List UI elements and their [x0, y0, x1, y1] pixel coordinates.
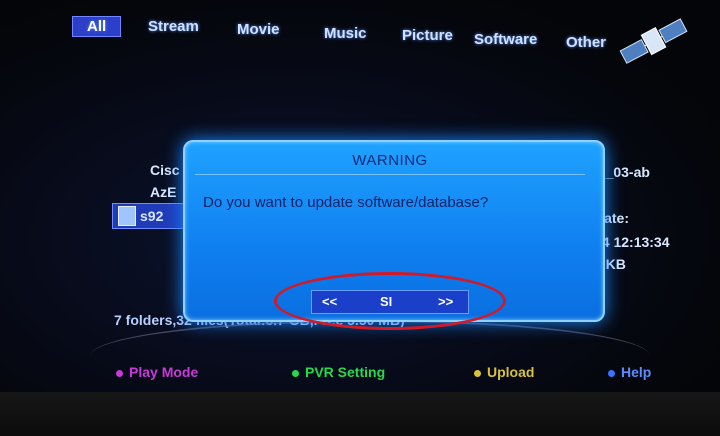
legend-label: Upload	[487, 364, 535, 380]
legend-label: PVR Setting	[305, 364, 386, 380]
legend-pvr-setting[interactable]: PVR Setting	[292, 364, 385, 380]
tab-picture[interactable]: Picture	[402, 27, 453, 44]
satellite-icon	[619, 18, 688, 64]
purple-dot-icon	[116, 369, 123, 377]
yellow-dot-icon	[474, 369, 481, 377]
green-dot-icon	[292, 369, 299, 377]
dialog-message: Do you want to update software/database?	[203, 194, 489, 211]
legend-label: Help	[621, 364, 652, 380]
category-tabs: All Stream Movie Music Picture Software …	[72, 16, 632, 56]
decorative-arc	[90, 320, 650, 392]
highlight-oval	[274, 272, 506, 330]
list-item[interactable]: s92	[140, 208, 163, 224]
tab-music[interactable]: Music	[324, 25, 367, 42]
file-icon	[118, 206, 136, 226]
legend-help[interactable]: Help	[608, 364, 651, 380]
tab-other[interactable]: Other	[566, 34, 606, 51]
tab-software[interactable]: Software	[474, 31, 537, 48]
blue-dot-icon	[608, 369, 615, 377]
tab-all[interactable]: All	[72, 16, 122, 37]
dialog-title: WARNING	[352, 152, 428, 169]
tab-stream[interactable]: Stream	[148, 18, 199, 35]
tv-bezel	[0, 392, 720, 436]
legend-label: Play Mode	[129, 364, 199, 380]
tab-movie[interactable]: Movie	[237, 21, 280, 38]
info-date-value: 14 12:13:34	[594, 234, 670, 250]
legend-play-mode[interactable]: Play Mode	[116, 364, 198, 380]
dialog-title-bar: WARNING	[195, 148, 585, 175]
legend-upload[interactable]: Upload	[474, 364, 534, 380]
list-item[interactable]: AzE	[150, 184, 176, 200]
list-item[interactable]: Cisc	[150, 162, 180, 178]
